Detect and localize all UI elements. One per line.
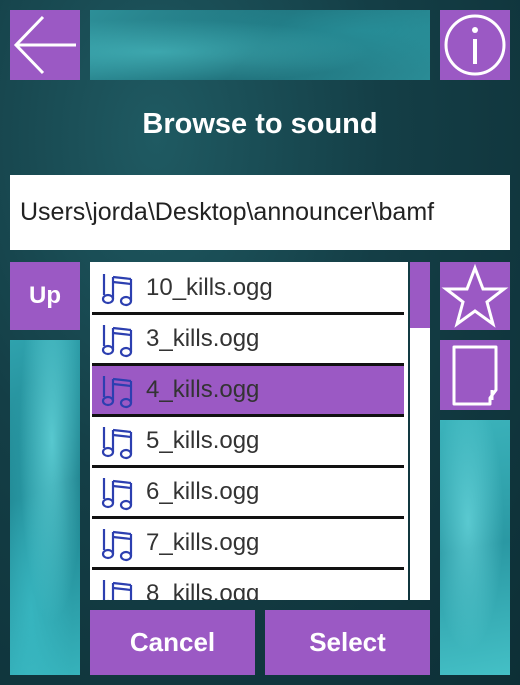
star-icon [441, 263, 509, 328]
file-button[interactable] [440, 340, 510, 410]
info-button[interactable] [440, 10, 510, 80]
file-name: 5_kills.ogg [146, 427, 260, 454]
file-name: 8_kills.ogg [146, 580, 260, 600]
file-item[interactable]: 8_kills.ogg [92, 570, 404, 600]
dialog-title: Browse to sound [142, 108, 378, 140]
file-item[interactable]: 6_kills.ogg [92, 468, 404, 519]
select-button[interactable]: Select [265, 610, 430, 675]
file-item[interactable]: 7_kills.ogg [92, 519, 404, 570]
scrollbar-thumb[interactable] [410, 262, 430, 328]
back-button[interactable] [10, 10, 80, 80]
background-image-right [440, 420, 510, 675]
music-note-icon [101, 325, 133, 358]
file-item[interactable]: 5_kills.ogg [92, 417, 404, 468]
file-list[interactable]: 10_kills.ogg 3_kills.ogg 4_kills.ogg 5_k… [90, 262, 408, 600]
file-icon [452, 345, 498, 406]
file-item-selected[interactable]: 4_kills.ogg [92, 366, 404, 417]
up-button[interactable]: Up [10, 262, 80, 330]
select-button-label: Select [309, 627, 386, 657]
file-name: 3_kills.ogg [146, 325, 260, 352]
path-text: Users\jorda\Desktop\announcer\bamf [20, 198, 435, 226]
cancel-button[interactable]: Cancel [90, 610, 255, 675]
info-icon [444, 14, 506, 76]
music-note-icon [101, 376, 133, 409]
up-button-label: Up [29, 282, 61, 309]
background-image-top [90, 10, 430, 80]
music-note-icon [102, 580, 133, 600]
file-name: 10_kills.ogg [146, 274, 273, 301]
music-note-icon [101, 427, 133, 460]
file-name: 7_kills.ogg [146, 529, 260, 556]
cancel-button-label: Cancel [129, 627, 216, 657]
file-name: 4_kills.ogg [146, 376, 260, 403]
music-note-icon [101, 274, 133, 307]
background-image-left [10, 340, 80, 675]
music-note-icon [101, 529, 133, 562]
file-name: 6_kills.ogg [146, 478, 260, 505]
path-field[interactable]: Users\jorda\Desktop\announcer\bamf [10, 175, 510, 250]
file-item[interactable]: 10_kills.ogg [92, 264, 404, 315]
favorite-button[interactable] [440, 262, 510, 330]
arrow-left-icon [13, 15, 76, 75]
file-item[interactable]: 3_kills.ogg [92, 315, 404, 366]
music-note-icon [101, 478, 133, 511]
